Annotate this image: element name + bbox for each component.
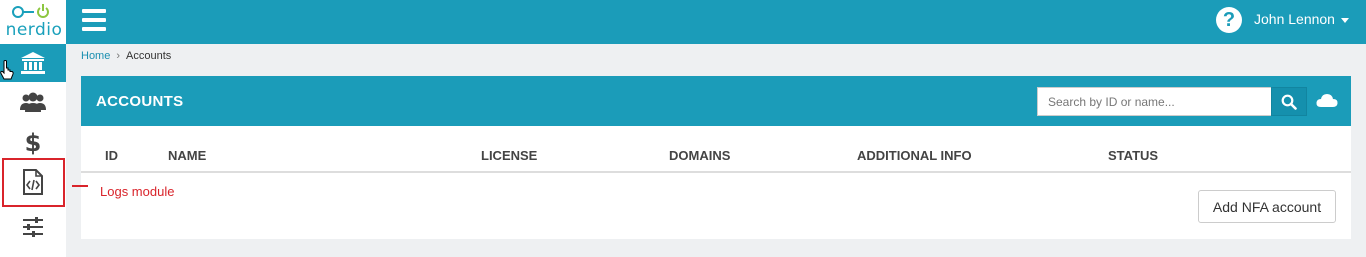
sidebar: nerdio $ — [0, 0, 66, 257]
table-header: ID NAME LICENSE DOMAINS ADDITIONAL INFO … — [81, 126, 1351, 173]
users-icon — [20, 92, 46, 112]
breadcrumb-current: Accounts — [126, 50, 172, 62]
page-title: ACCOUNTS — [96, 93, 184, 110]
breadcrumb-home-link[interactable]: Home — [81, 50, 110, 62]
user-menu[interactable]: John Lennon — [1254, 11, 1349, 27]
annotation-connector — [72, 185, 88, 187]
bank-icon — [21, 52, 45, 74]
column-header-status[interactable]: STATUS — [1108, 148, 1158, 163]
logo-mark-icon — [12, 4, 49, 18]
column-header-license[interactable]: LICENSE — [481, 148, 537, 163]
breadcrumb: Home › Accounts — [81, 50, 171, 62]
column-header-id[interactable]: ID — [105, 148, 118, 163]
logs-module-highlight — [2, 158, 65, 207]
sidebar-item-settings[interactable] — [0, 207, 66, 247]
logo-text: nerdio — [5, 20, 63, 40]
search-button[interactable] — [1271, 87, 1307, 116]
caret-down-icon — [1340, 17, 1349, 23]
user-name: John Lennon — [1254, 11, 1335, 27]
search-input[interactable] — [1037, 87, 1272, 116]
hamburger-icon[interactable] — [82, 9, 106, 31]
accounts-panel: ACCOUNTS ID NAME LICENSE DOMAINS ADDITIO… — [81, 76, 1351, 239]
annotation-label: Logs module — [100, 184, 175, 199]
column-header-name[interactable]: NAME — [168, 148, 206, 163]
panel-header: ACCOUNTS — [81, 76, 1351, 126]
sidebar-item-users[interactable] — [0, 82, 66, 122]
nerdio-logo[interactable]: nerdio — [0, 0, 66, 44]
sliders-icon — [23, 217, 43, 237]
mouse-cursor-icon — [0, 60, 14, 85]
add-nfa-account-button[interactable]: Add NFA account — [1198, 190, 1336, 223]
column-header-domains[interactable]: DOMAINS — [669, 148, 730, 163]
cloud-icon[interactable] — [1316, 93, 1338, 113]
dollar-icon: $ — [25, 129, 42, 155]
search-icon — [1281, 94, 1297, 110]
svg-text:$: $ — [25, 129, 42, 155]
top-bar: ? John Lennon — [66, 0, 1366, 44]
sidebar-item-billing[interactable]: $ — [0, 122, 66, 162]
column-header-additional-info[interactable]: ADDITIONAL INFO — [857, 148, 972, 163]
breadcrumb-separator: › — [116, 50, 121, 62]
help-icon[interactable]: ? — [1216, 7, 1242, 33]
